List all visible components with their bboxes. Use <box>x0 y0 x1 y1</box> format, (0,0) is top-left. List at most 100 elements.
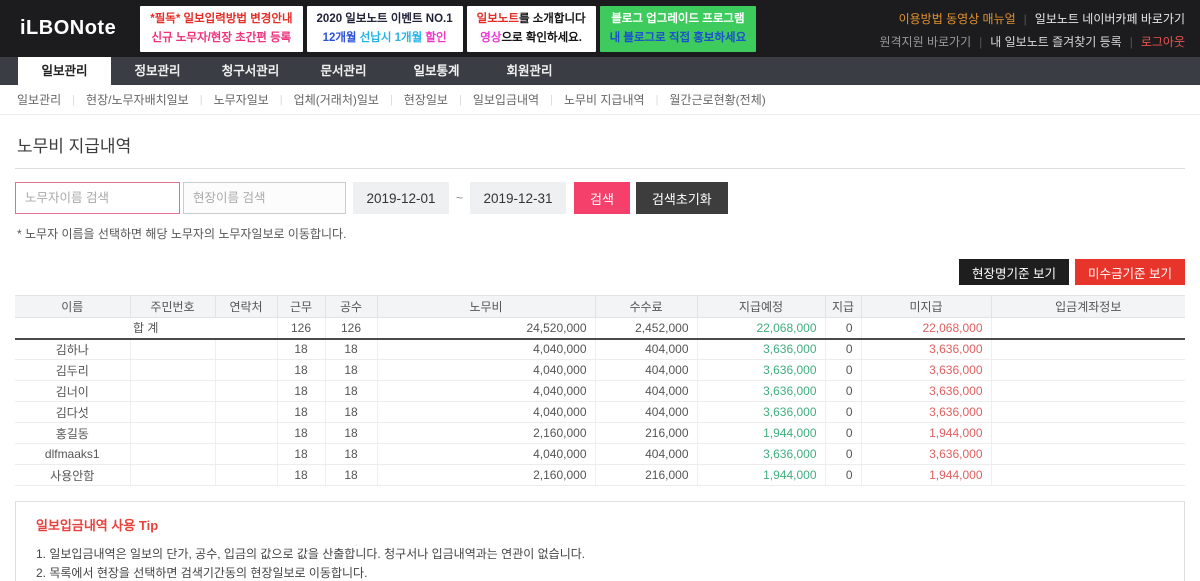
tab-일보관리[interactable]: 일보관리 <box>18 57 111 85</box>
cell-account <box>991 423 1185 444</box>
col-header-근무: 근무 <box>277 296 325 318</box>
cell-labor_cost: 4,040,000 <box>377 339 595 360</box>
cell-gongsu: 18 <box>325 360 377 381</box>
cell-account <box>991 465 1185 486</box>
ad-banner-4[interactable]: 블로그 업그레이드 프로그램내 블로그로 직접 홍보하세요 <box>600 6 757 52</box>
banner-line-1: *필독* 일보입력방법 변경안내 <box>150 10 292 28</box>
table-row: 김하나18184,040,000404,0003,636,00003,636,0… <box>15 339 1185 360</box>
cell-contact <box>215 360 277 381</box>
subnav-item-노무비 지급내역[interactable]: 노무비 지급내역 <box>562 91 647 108</box>
subnav-item-월간근로현황(전체)[interactable]: 월간근로현황(전체) <box>667 91 767 108</box>
worker-name-cell[interactable]: 김두리 <box>15 360 130 381</box>
worker-name-cell[interactable]: 홍길동 <box>15 423 130 444</box>
worker-name-cell[interactable]: 김너이 <box>15 381 130 402</box>
cell-fee: 216,000 <box>595 465 697 486</box>
cell-contact <box>215 402 277 423</box>
table-row: 김다섯18184,040,000404,0003,636,00003,636,0… <box>15 402 1185 423</box>
cell-work_days: 18 <box>277 402 325 423</box>
table-row: 사용안함18182,160,000216,0001,944,00001,944,… <box>15 465 1185 486</box>
worker-name-cell[interactable]: dlfmaaks1 <box>15 444 130 465</box>
cell-unpaid: 3,636,000 <box>861 444 991 465</box>
cell-paid: 0 <box>825 402 861 423</box>
cell-gongsu: 18 <box>325 381 377 402</box>
total-paid: 0 <box>825 318 861 339</box>
cell-gongsu: 18 <box>325 465 377 486</box>
cell-unpaid: 3,636,000 <box>861 402 991 423</box>
cell-scheduled: 3,636,000 <box>697 339 825 360</box>
table-header-row: 이름주민번호연락처근무공수노무비수수료지급예정지급미지급입금계좌정보 <box>15 296 1185 318</box>
separator: | <box>280 94 283 106</box>
header-links-row2: 원격지원 바로가기|내 일보노트 즐겨찾기 등록|로그아웃 <box>879 33 1185 50</box>
total-unpaid: 22,068,000 <box>861 318 991 339</box>
cell-account <box>991 381 1185 402</box>
separator: | <box>979 35 982 49</box>
col-header-지급: 지급 <box>825 296 861 318</box>
worker-name-search-input[interactable] <box>15 182 180 214</box>
header-link[interactable]: 이용방법 동영상 매뉴얼 <box>899 12 1016 26</box>
table-row: 김두리18184,040,000404,0003,636,00003,636,0… <box>15 360 1185 381</box>
banner-line-1: 블로그 업그레이드 프로그램 <box>610 10 747 28</box>
tab-청구서관리[interactable]: 청구서관리 <box>204 57 297 85</box>
ad-banner-3[interactable]: 일보노트를 소개합니다영상으로 확인하세요. <box>467 6 596 52</box>
header-link[interactable]: 일보노트 네이버카페 바로가기 <box>1035 12 1185 26</box>
banner-strip: *필독* 일보입력방법 변경안내신규 노무자/현장 초간편 등록2020 일보노… <box>140 6 756 52</box>
cell-work_days: 18 <box>277 444 325 465</box>
cell-scheduled: 1,944,000 <box>697 465 825 486</box>
cell-unpaid: 3,636,000 <box>861 381 991 402</box>
header-links-row1: 이용방법 동영상 매뉴얼|일보노트 네이버카페 바로가기 <box>879 10 1185 27</box>
worker-name-cell[interactable]: 김하나 <box>15 339 130 360</box>
header-links: 이용방법 동영상 매뉴얼|일보노트 네이버카페 바로가기 원격지원 바로가기 | 내… <box>879 10 1185 56</box>
cell-paid: 0 <box>825 444 861 465</box>
subnav-item-일보관리[interactable]: 일보관리 <box>15 91 63 108</box>
search-reset-button[interactable]: 검색초기화 <box>636 182 728 214</box>
subnav-item-업체(거래처)일보[interactable]: 업체(거래처)일보 <box>292 91 381 108</box>
cell-paid: 0 <box>825 339 861 360</box>
cell-account <box>991 339 1185 360</box>
tab-문서관리[interactable]: 문서관리 <box>297 57 390 85</box>
worker-name-cell[interactable]: 사용안함 <box>15 465 130 486</box>
col-header-공수: 공수 <box>325 296 377 318</box>
banner-line-2: 영상으로 확인하세요. <box>477 29 586 47</box>
tab-일보통계[interactable]: 일보통계 <box>390 57 483 85</box>
date-from-input[interactable] <box>353 182 449 214</box>
header-link[interactable]: 로그아웃 <box>1141 35 1185 49</box>
banner-line-1: 2020 일보노트 이벤트 NO.1 <box>317 10 453 28</box>
table-body: 합 계12612624,520,0002,452,00022,068,00002… <box>15 318 1185 486</box>
cell-contact <box>215 444 277 465</box>
app-logo[interactable]: iLBONote <box>0 17 140 40</box>
header-link[interactable]: 원격지원 바로가기 <box>879 35 971 49</box>
col-header-미지급: 미지급 <box>861 296 991 318</box>
col-header-지급예정: 지급예정 <box>697 296 825 318</box>
view-by-site-button[interactable]: 현장명기준 보기 <box>959 259 1069 285</box>
top-header: iLBONote *필독* 일보입력방법 변경안내신규 노무자/현장 초간편 등… <box>0 0 1200 57</box>
cell-labor_cost: 4,040,000 <box>377 381 595 402</box>
tip-box: 일보입금내역 사용 Tip 1. 일보입금내역은 일보의 단가, 공수, 입금의… <box>15 501 1185 581</box>
content: 노무비 지급내역 ~ 검색 검색초기화 * 노무자 이름을 선택하면 해당 노무… <box>0 115 1200 581</box>
cell-paid: 0 <box>825 381 861 402</box>
worker-name-cell[interactable]: 김다섯 <box>15 402 130 423</box>
col-header-노무비: 노무비 <box>377 296 595 318</box>
cell-scheduled: 3,636,000 <box>697 360 825 381</box>
subnav-item-현장/노무자배치일보[interactable]: 현장/노무자배치일보 <box>84 91 191 108</box>
subnav-item-현장일보[interactable]: 현장일보 <box>402 91 450 108</box>
payment-table: 이름주민번호연락처근무공수노무비수수료지급예정지급미지급입금계좌정보 합 계12… <box>15 295 1185 486</box>
tab-정보관리[interactable]: 정보관리 <box>111 57 204 85</box>
subnav-item-일보입금내역[interactable]: 일보입금내역 <box>471 91 541 108</box>
search-button[interactable]: 검색 <box>574 182 630 214</box>
banner-line-2: 내 블로그로 직접 홍보하세요 <box>610 29 747 47</box>
tab-회원관리[interactable]: 회원관리 <box>483 57 576 85</box>
total-fee: 2,452,000 <box>595 318 697 339</box>
date-to-input[interactable] <box>470 182 566 214</box>
cell-gongsu: 18 <box>325 444 377 465</box>
ad-banner-1[interactable]: *필독* 일보입력방법 변경안내신규 노무자/현장 초간편 등록 <box>140 6 302 52</box>
total-gongsu: 126 <box>325 318 377 339</box>
ad-banner-2[interactable]: 2020 일보노트 이벤트 NO.112개월 선납시 1개월 할인 <box>307 6 463 52</box>
total-labor_cost: 24,520,000 <box>377 318 595 339</box>
cell-unpaid: 3,636,000 <box>861 339 991 360</box>
view-by-unpaid-button[interactable]: 미수금기준 보기 <box>1075 259 1185 285</box>
separator: | <box>200 94 203 106</box>
subnav-item-노무자일보[interactable]: 노무자일보 <box>212 91 271 108</box>
cell-contact <box>215 381 277 402</box>
site-name-search-input[interactable] <box>183 182 346 214</box>
header-link[interactable]: 내 일보노트 즐겨찾기 등록 <box>990 35 1121 49</box>
